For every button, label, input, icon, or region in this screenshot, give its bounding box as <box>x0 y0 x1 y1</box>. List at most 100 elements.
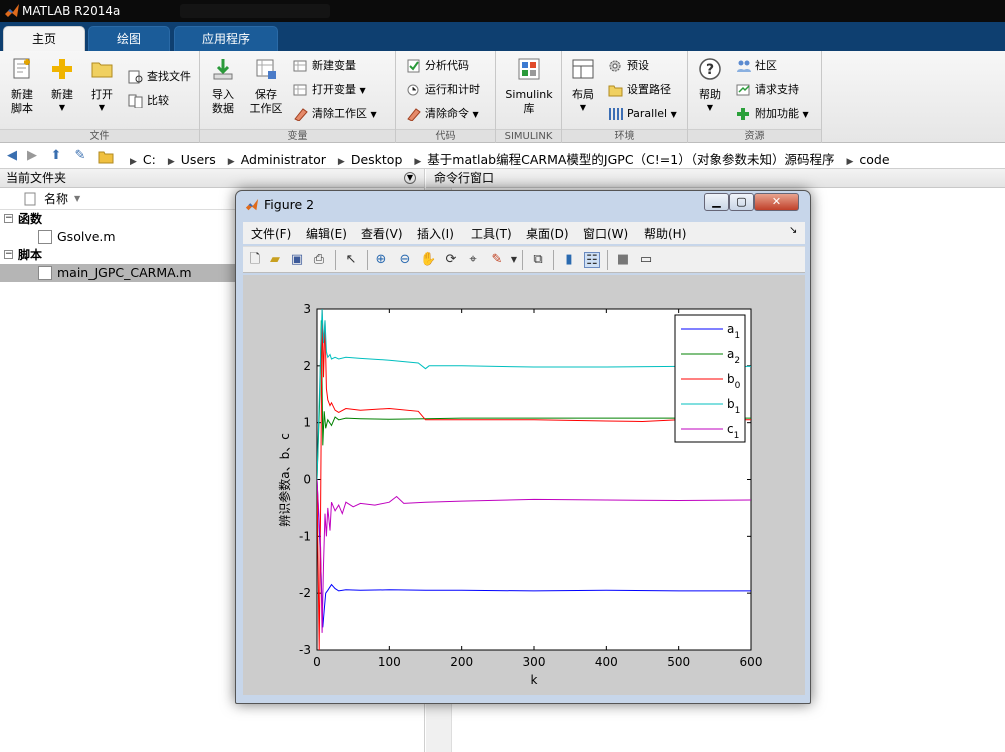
file-name: Gsolve.m <box>57 229 116 244</box>
column-name-label: 名称 <box>44 192 69 206</box>
file-column-icon <box>24 192 36 206</box>
ribbon-group-simulink: Simulink 库 SIMULINK <box>496 51 562 143</box>
matlab-logo-icon <box>5 4 19 17</box>
save-label-1: 保存 <box>255 88 277 101</box>
open-label: 打开 <box>91 88 113 101</box>
parallel-button[interactable]: Parallel ▼ <box>608 105 677 123</box>
menu-help[interactable]: 帮助(H) <box>644 225 686 242</box>
preferences-button[interactable]: 预设 <box>608 57 649 75</box>
open-variable-button[interactable]: 打开变量 ▼ <box>293 81 366 99</box>
brush-icon[interactable]: ✎ <box>489 252 505 268</box>
ribbon-group-file: 新建 脚本 新建 ▼ 打开 ▼ 查找文件 比较 文件 <box>0 51 200 143</box>
legend[interactable]: a1a2b0b1c1 <box>674 314 746 443</box>
menu-desktop[interactable]: 桌面(D) <box>526 225 569 242</box>
breadcrumb-item[interactable]: Users <box>181 152 216 167</box>
simulink-library-button[interactable]: Simulink 库 <box>502 57 556 116</box>
clear-workspace-button[interactable]: 清除工作区 ▼ <box>293 105 377 123</box>
menu-insert[interactable]: 插入(I) <box>417 225 454 242</box>
pan-icon[interactable]: ✋ <box>420 252 436 268</box>
menu-view[interactable]: 查看(V) <box>361 225 403 242</box>
save-workspace-button[interactable]: 保存 工作区 <box>246 57 286 116</box>
x-tick-label: 0 <box>313 655 321 669</box>
pointer-icon[interactable]: ↖ <box>343 252 359 268</box>
new-script-button[interactable]: 新建 脚本 <box>5 57 39 116</box>
open-variable-icon <box>293 84 307 96</box>
breadcrumb-item[interactable]: C: <box>143 152 156 167</box>
new-button[interactable]: 新建 ▼ <box>45 57 79 112</box>
analyze-code-icon <box>407 59 420 73</box>
current-folder-header: 当前文件夹 ▼ <box>0 169 424 188</box>
breadcrumb-item[interactable]: 基于matlab编程CARMA模型的JGPC（C!=1）（对象参数未知）源码程序 <box>427 152 834 167</box>
layout-button[interactable]: 布局 ▼ <box>566 57 600 112</box>
panel-menu-icon[interactable]: ▼ <box>404 172 416 184</box>
add-ons-button[interactable]: 附加功能 ▼ <box>736 105 809 123</box>
chevron-down-icon: ▼ <box>472 110 479 119</box>
browse-folder-icon[interactable]: ✎ <box>71 148 89 164</box>
x-tick-label: 200 <box>450 655 473 669</box>
compare-button[interactable]: 比较 <box>128 92 169 110</box>
section-label: 函数 <box>18 212 43 226</box>
new-figure-icon[interactable]: 🗋 <box>247 252 263 268</box>
import-label-2: 数据 <box>212 102 234 115</box>
open-icon[interactable]: ▰ <box>267 252 283 268</box>
line-chart[interactable]: 0 100 200 300 400 500 600 -3 -2 -1 0 1 2 3 k 辨识参数a、b、… <box>243 275 805 695</box>
tab-apps[interactable]: 应用程序 <box>174 26 278 51</box>
open-button[interactable]: 打开 ▼ <box>85 57 119 112</box>
close-icon[interactable]: ✕ <box>754 193 799 211</box>
show-plot-tools-icon[interactable]: ▭ <box>638 252 654 268</box>
breadcrumb-separator: ▶ <box>337 157 345 167</box>
analyze-code-button[interactable]: 分析代码 <box>406 57 469 75</box>
minimize-icon[interactable]: ▁ <box>704 193 729 211</box>
back-arrow-icon[interactable]: ◀ <box>3 148 21 164</box>
maximize-icon[interactable]: ▢ <box>729 193 754 211</box>
menu-edit[interactable]: 编辑(E) <box>306 225 347 242</box>
colorbar-icon[interactable]: ▮ <box>561 252 577 268</box>
parallel-icon <box>609 108 623 120</box>
rotate-icon[interactable]: ⟳ <box>443 252 459 268</box>
community-icon <box>737 60 751 72</box>
figure-title-bar[interactable]: Figure 2 ▁ ▢ ✕ <box>236 191 810 217</box>
x-tick-label: 300 <box>523 655 546 669</box>
set-path-button[interactable]: 设置路径 <box>608 81 671 99</box>
request-support-button[interactable]: 请求支持 <box>736 81 799 99</box>
hide-plot-tools-icon[interactable]: ■ <box>615 252 631 268</box>
link-icon[interactable]: ⧉ <box>530 252 546 268</box>
new-script-label-1: 新建 <box>11 88 33 101</box>
tab-home[interactable]: 主页 <box>3 26 85 51</box>
sort-arrow-icon: ▼ <box>74 194 81 203</box>
menu-tools[interactable]: 工具(T) <box>471 225 512 242</box>
help-button[interactable]: ? 帮助 ▼ <box>692 57 728 112</box>
compare-icon <box>128 94 143 108</box>
import-data-button[interactable]: 导入 数据 <box>206 57 240 116</box>
collapse-icon[interactable]: − <box>4 250 13 259</box>
new-label: 新建 <box>51 88 73 101</box>
community-button[interactable]: 社区 <box>736 57 777 75</box>
save-icon[interactable]: ▣ <box>289 252 305 268</box>
find-files-button[interactable]: 查找文件 <box>128 68 191 86</box>
breadcrumb-item[interactable]: Administrator <box>241 152 326 167</box>
add-ons-icon <box>737 108 749 120</box>
menu-file[interactable]: 文件(F) <box>251 225 291 242</box>
forward-arrow-icon[interactable]: ▶ <box>23 148 41 164</box>
breadcrumb-item[interactable]: Desktop <box>351 152 403 167</box>
up-folder-icon[interactable]: ⬆ <box>47 148 65 164</box>
set-path-icon <box>608 85 623 97</box>
request-support-label: 请求支持 <box>755 83 799 96</box>
tab-plots[interactable]: 绘图 <box>88 26 170 51</box>
print-icon[interactable]: ⎙ <box>311 252 327 268</box>
breadcrumb-item[interactable]: code <box>859 152 889 167</box>
data-cursor-icon[interactable]: ⌖ <box>465 252 481 268</box>
new-variable-button[interactable]: 新建变量 <box>293 57 356 75</box>
legend-icon[interactable]: ☷ <box>584 252 600 268</box>
collapse-icon[interactable]: − <box>4 214 13 223</box>
chevron-down-icon[interactable]: ▼ <box>506 252 522 268</box>
clear-commands-button[interactable]: 清除命令 ▼ <box>406 105 479 123</box>
toolbar-separator <box>335 250 336 270</box>
ribbon-group-code: 分析代码 运行和计时 清除命令 ▼ 代码 <box>396 51 496 143</box>
dock-arrow-icon[interactable]: ↘ <box>789 225 797 236</box>
y-tick-label: 0 <box>303 473 311 487</box>
zoom-out-icon[interactable]: ⊖ <box>397 252 413 268</box>
run-and-time-button[interactable]: 运行和计时 <box>406 81 480 99</box>
menu-window[interactable]: 窗口(W) <box>583 225 628 242</box>
zoom-in-icon[interactable]: ⊕ <box>373 252 389 268</box>
